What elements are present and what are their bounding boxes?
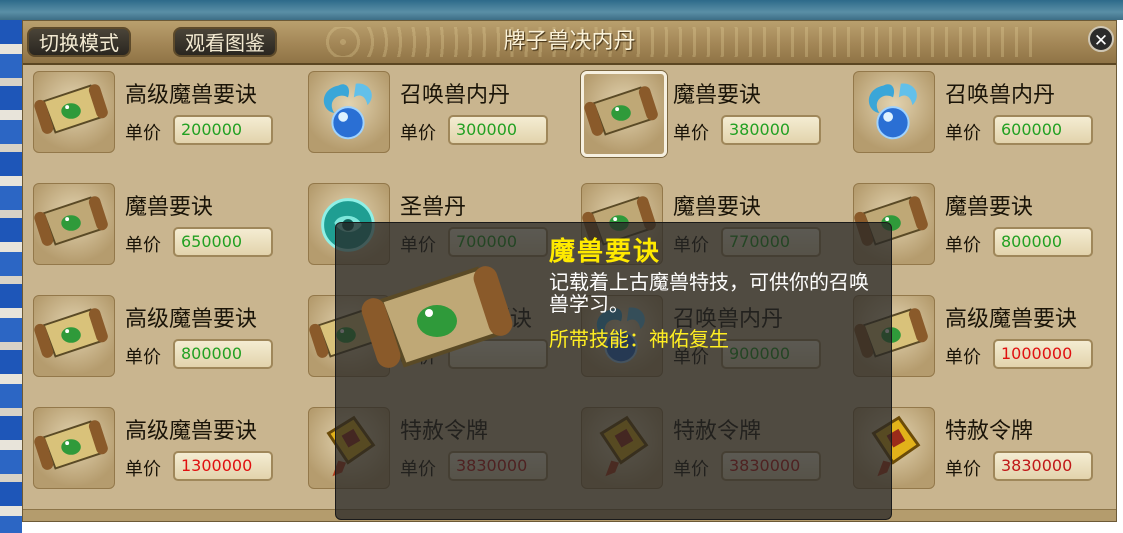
price-label: 单价 bbox=[945, 235, 981, 256]
item-name: 高级魔兽要诀 bbox=[125, 307, 258, 332]
tooltip-description: 记载着上古魔兽特技，可供你的召唤兽学习。 bbox=[549, 270, 869, 316]
item-name: 召唤兽内丹 bbox=[400, 83, 511, 108]
item-name: 高级魔兽要诀 bbox=[125, 419, 258, 444]
price-label: 单价 bbox=[125, 235, 161, 256]
advanced-skill-scroll-icon[interactable] bbox=[33, 407, 115, 489]
tooltip-skill: 所带技能：神佑复生 bbox=[549, 327, 729, 351]
close-icon[interactable]: ✕ bbox=[1088, 26, 1114, 52]
skill-scroll-icon[interactable] bbox=[581, 71, 667, 157]
price-value: 800000 bbox=[173, 339, 273, 369]
item-cell[interactable]: 魔兽要诀单价 650000 bbox=[25, 175, 297, 285]
item-cell[interactable]: 高级魔兽要诀单价 200000 bbox=[25, 63, 297, 173]
item-cell[interactable]: 魔兽要诀单价 380000 bbox=[573, 63, 845, 173]
tooltip-skill-scroll-icon bbox=[341, 241, 541, 401]
price-label: 单价 bbox=[945, 347, 981, 368]
price-value: 1000000 bbox=[993, 339, 1093, 369]
item-name: 特赦令牌 bbox=[945, 419, 1034, 444]
background-side-strip bbox=[0, 20, 22, 533]
price-value: 200000 bbox=[173, 115, 273, 145]
price-value: 600000 bbox=[993, 115, 1093, 145]
item-name: 魔兽要诀 bbox=[945, 195, 1034, 220]
item-tooltip: 魔兽要诀 记载着上古魔兽特技，可供你的召唤兽学习。 所带技能：神佑复生 bbox=[335, 222, 892, 520]
item-name: 魔兽要诀 bbox=[673, 83, 762, 108]
beast-inner-pill-icon[interactable] bbox=[308, 71, 390, 153]
price-value: 1300000 bbox=[173, 451, 273, 481]
tooltip-title: 魔兽要诀 bbox=[549, 237, 662, 267]
item-cell[interactable]: 召唤兽内丹单价 300000 bbox=[300, 63, 572, 173]
item-cell[interactable]: 高级魔兽要诀单价 1300000 bbox=[25, 399, 297, 509]
price-value: 300000 bbox=[448, 115, 548, 145]
item-name: 魔兽要诀 bbox=[673, 195, 762, 220]
item-name: 圣兽丹 bbox=[400, 195, 467, 220]
price-value: 3830000 bbox=[993, 451, 1093, 481]
title-bar: 牌子兽决内丹 切换模式 观看图鉴 ✕ bbox=[23, 21, 1116, 65]
advanced-skill-scroll-icon[interactable] bbox=[33, 71, 115, 153]
price-label: 单价 bbox=[125, 123, 161, 144]
item-name: 魔兽要诀 bbox=[125, 195, 214, 220]
view-catalog-tab[interactable]: 观看图鉴 bbox=[173, 27, 277, 57]
item-cell[interactable]: 召唤兽内丹单价 600000 bbox=[845, 63, 1116, 173]
switch-mode-tab[interactable]: 切换模式 bbox=[27, 27, 131, 57]
price-label: 单价 bbox=[945, 459, 981, 480]
skill-scroll-icon[interactable] bbox=[33, 183, 115, 265]
price-value: 800000 bbox=[993, 227, 1093, 257]
background-game-strip bbox=[0, 0, 1123, 20]
price-value: 650000 bbox=[173, 227, 273, 257]
price-label: 单价 bbox=[125, 347, 161, 368]
price-label: 单价 bbox=[945, 123, 981, 144]
advanced-skill-scroll-icon[interactable] bbox=[33, 295, 115, 377]
price-value: 380000 bbox=[721, 115, 821, 145]
item-name: 高级魔兽要诀 bbox=[125, 83, 258, 108]
price-label: 单价 bbox=[673, 123, 709, 144]
price-label: 单价 bbox=[400, 123, 436, 144]
item-cell[interactable]: 高级魔兽要诀单价 800000 bbox=[25, 287, 297, 397]
item-name: 召唤兽内丹 bbox=[945, 83, 1056, 108]
item-name: 高级魔兽要诀 bbox=[945, 307, 1078, 332]
beast-inner-pill-icon[interactable] bbox=[853, 71, 935, 153]
price-label: 单价 bbox=[125, 459, 161, 480]
